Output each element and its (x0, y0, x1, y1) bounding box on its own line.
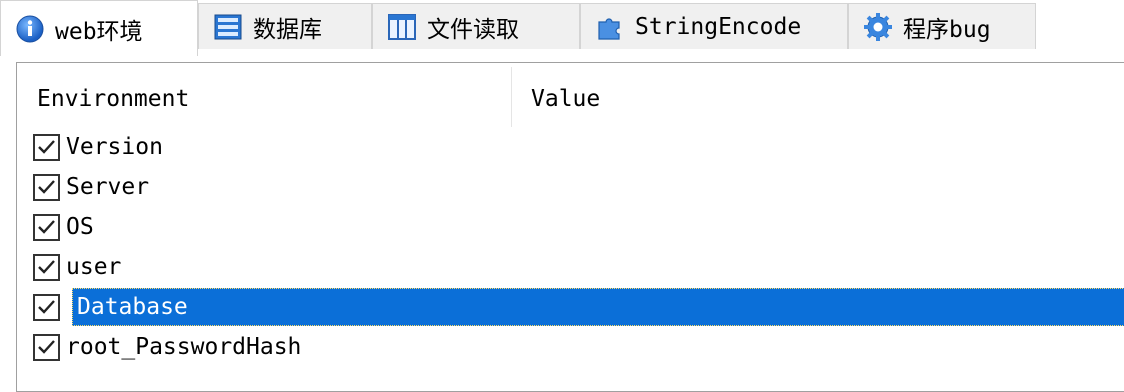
list-item[interactable]: OS (17, 207, 1124, 247)
info-icon (15, 14, 45, 44)
environment-list[interactable]: Environment Value Version Server OS user… (16, 62, 1124, 392)
tab-string-encode[interactable]: StringEncode (580, 3, 848, 49)
checkbox[interactable] (33, 293, 60, 321)
checkbox[interactable] (33, 173, 60, 201)
checkbox[interactable] (33, 333, 60, 361)
list-item-label: Server (66, 174, 150, 200)
tab-database[interactable]: 数据库 (198, 3, 372, 49)
database-icon (213, 12, 243, 42)
tab-label: 数据库 (253, 16, 322, 43)
list-item-label: Database (77, 294, 188, 320)
column-header-value[interactable]: Value (511, 63, 1111, 127)
tab-label: 文件读取 (427, 16, 519, 43)
list-item-label: Version (66, 134, 163, 160)
tab-label: 程序bug (903, 16, 991, 43)
tab-file-read[interactable]: 文件读取 (372, 3, 580, 49)
selection-highlight: Database (72, 288, 1124, 326)
list-item[interactable]: root_PasswordHash (17, 327, 1124, 367)
list-item-label: root_PasswordHash (66, 334, 302, 360)
list-item-label: OS (66, 214, 94, 240)
tab-label: StringEncode (635, 13, 802, 40)
tab-program-bug[interactable]: 程序bug (848, 3, 1036, 49)
tab-strip: web环境 数据库 文件读取 StringEncode 程序bug (0, 0, 1124, 56)
puzzle-icon (595, 12, 625, 42)
list-item[interactable]: Server (17, 167, 1124, 207)
list-item-label: user (66, 254, 122, 280)
columns-icon (387, 12, 417, 42)
column-header-environment[interactable]: Environment (17, 63, 511, 127)
list-item-selected[interactable]: Database (17, 287, 1124, 327)
list-header: Environment Value (17, 63, 1124, 127)
checkbox[interactable] (33, 133, 60, 161)
gear-icon (863, 12, 893, 42)
list-item[interactable]: user (17, 247, 1124, 287)
checkbox[interactable] (33, 213, 60, 241)
tab-web-environment[interactable]: web环境 (0, 0, 198, 56)
tab-label: web环境 (55, 18, 143, 45)
checkbox[interactable] (33, 253, 60, 281)
list-item[interactable]: Version (17, 127, 1124, 167)
